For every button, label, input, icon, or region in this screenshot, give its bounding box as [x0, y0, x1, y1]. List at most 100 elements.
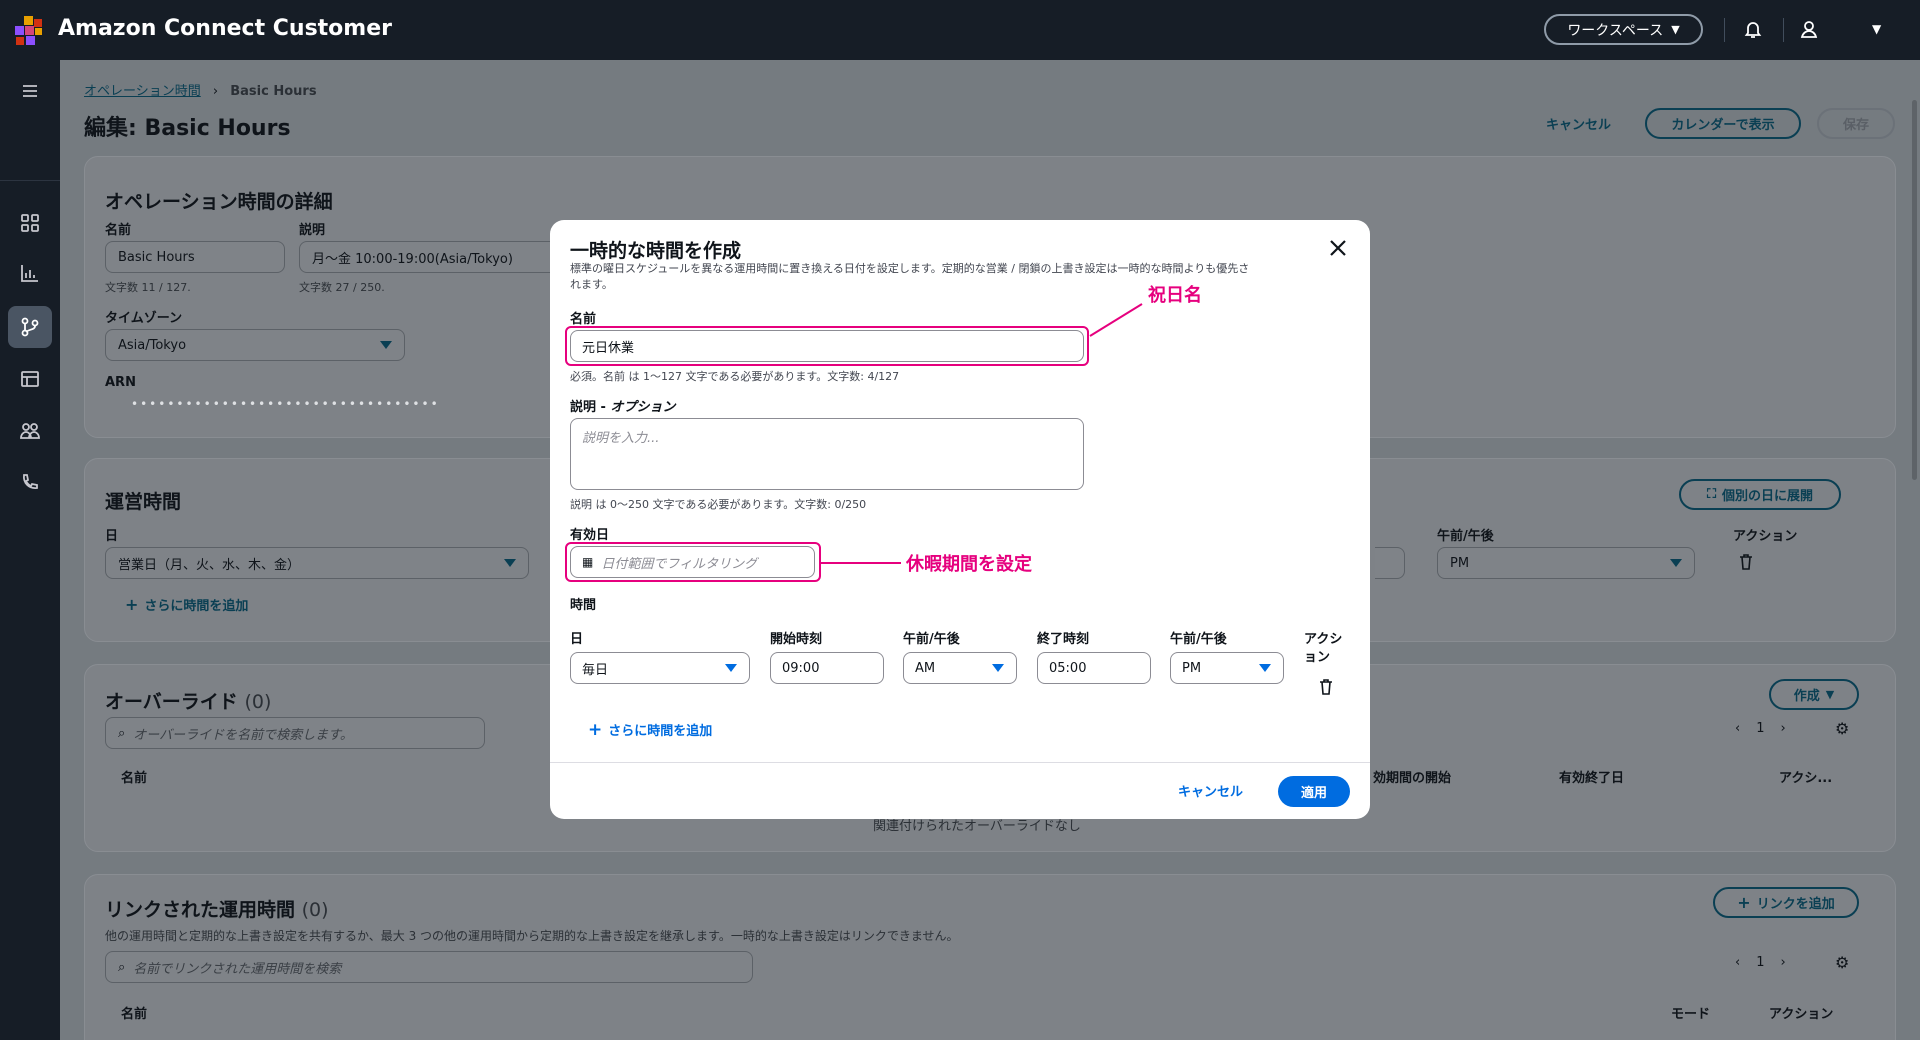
- settings-gear-icon[interactable]: ⚙: [1835, 719, 1849, 738]
- details-heading: オペレーション時間の詳細: [105, 191, 333, 213]
- app-logo-icon: [15, 16, 42, 45]
- col-header-action: アクション: [1769, 1007, 1834, 1022]
- bell-icon[interactable]: [1742, 18, 1764, 40]
- end-time-input[interactable]: [1375, 547, 1405, 579]
- dialog-cancel-button[interactable]: キャンセル: [1178, 781, 1243, 800]
- apply-button[interactable]: 適用: [1278, 776, 1350, 807]
- action-col-label-cont: ョン: [1304, 650, 1331, 665]
- ampm-col-label-2: 午前/午後: [1170, 632, 1227, 647]
- col-header-start: 効期間の開始: [1373, 771, 1452, 786]
- page-number[interactable]: 1: [1756, 955, 1764, 970]
- chevron-right-icon: ›: [212, 84, 219, 99]
- col-header-end: 有効終了日: [1559, 771, 1625, 786]
- day-select[interactable]: 営業日（月、火、水、木、金）: [105, 547, 529, 579]
- linked-search-input[interactable]: ⌕ 名前でリンクされた運用時間を検索: [105, 951, 753, 983]
- prev-page-icon[interactable]: ‹: [1735, 721, 1740, 736]
- prev-page-icon[interactable]: ‹: [1735, 955, 1740, 970]
- page-title: 編集: Basic Hours: [84, 116, 291, 141]
- arn-label: ARN: [105, 375, 136, 390]
- ampm-value: PM: [1450, 555, 1470, 571]
- ampm-col-label: 午前/午後: [903, 632, 960, 647]
- start-ampm-select[interactable]: AM: [903, 652, 1017, 684]
- create-label: 作成: [1793, 689, 1820, 704]
- overrides-count: (0): [244, 691, 272, 713]
- app-title: Amazon Connect Customer: [58, 16, 392, 41]
- scrollbar[interactable]: [1912, 100, 1917, 480]
- create-override-button[interactable]: 作成 ▼: [1769, 679, 1859, 710]
- breadcrumb-current: Basic Hours: [230, 84, 317, 99]
- add-link-button[interactable]: + リンクを追加: [1713, 887, 1859, 918]
- annotation-vacation-period: 休暇期間を設定: [906, 554, 1032, 575]
- override-search-input[interactable]: ⌕ オーバーライドを名前で検索します。: [105, 717, 485, 749]
- description-hint: 文字数 27 / 250.: [299, 281, 385, 294]
- caret-down-icon: ▼: [1671, 23, 1680, 36]
- start-time-input[interactable]: 09:00: [770, 652, 884, 684]
- add-hours-label: さらに時間を追加: [144, 599, 249, 614]
- page-number[interactable]: 1: [1756, 721, 1764, 736]
- timezone-select[interactable]: Asia/Tokyo: [105, 329, 405, 361]
- timezone-label: タイムゾーン: [105, 311, 183, 326]
- phone-icon[interactable]: [17, 470, 43, 496]
- menu-icon[interactable]: [17, 78, 43, 104]
- highlight-box: [565, 326, 1089, 366]
- user-icon[interactable]: [1798, 18, 1820, 40]
- add-time-button[interactable]: + さらに時間を追加: [588, 720, 712, 740]
- name-label: 名前: [105, 223, 132, 238]
- top-bar: Amazon Connect Customer ワークスペース ▼ ▼: [0, 0, 1920, 60]
- linked-title: リンクされた運用時間: [105, 899, 296, 921]
- col-header-mode: モード: [1671, 1007, 1711, 1022]
- view-calendar-button[interactable]: カレンダーで表示: [1645, 108, 1801, 139]
- trash-icon[interactable]: [1737, 553, 1755, 571]
- plus-icon: +: [125, 595, 139, 614]
- day-value: 営業日（月、火、水、木、金）: [118, 557, 301, 573]
- users-icon[interactable]: [17, 418, 43, 444]
- close-icon[interactable]: [1328, 238, 1348, 258]
- name-hint: 必須。名前 は 1〜127 文字である必要があります。文字数: 4/127: [570, 370, 900, 383]
- arn-value: ••••••••••••••••••••••••••••••••••: [131, 397, 440, 411]
- save-button[interactable]: 保存: [1817, 108, 1895, 139]
- pagination: ‹ 1 ›: [1735, 955, 1786, 970]
- start-col-label: 開始時刻: [770, 632, 823, 647]
- ampm-select[interactable]: PM: [1437, 547, 1695, 579]
- description-placeholder: 説明を入力...: [582, 431, 660, 446]
- dialog-description-cont: れます。: [570, 278, 613, 291]
- description-label-text: 説明 -: [570, 400, 611, 415]
- workspace-dropdown[interactable]: ワークスペース ▼: [1544, 14, 1703, 45]
- divider: [1783, 18, 1784, 42]
- trash-icon[interactable]: [1317, 678, 1335, 696]
- plus-icon: +: [588, 720, 603, 740]
- action-col-label: アクシ: [1304, 632, 1343, 647]
- col-header-action: アクシ...: [1779, 771, 1833, 786]
- sidebar: [0, 60, 60, 1040]
- breadcrumb: オペレーション時間 › Basic Hours: [84, 80, 317, 99]
- day-label: 日: [105, 529, 119, 544]
- add-link-label: リンクを追加: [1756, 897, 1835, 912]
- description-label: 説明 - オプション: [570, 396, 675, 415]
- linked-count: (0): [301, 899, 329, 921]
- day-select[interactable]: 毎日: [570, 652, 750, 684]
- expand-days-button[interactable]: ⛶ 個別の日に展開: [1679, 479, 1841, 510]
- description-textarea[interactable]: 説明を入力...: [570, 418, 1084, 490]
- settings-gear-icon[interactable]: ⚙: [1835, 953, 1849, 972]
- cancel-button[interactable]: キャンセル: [1546, 114, 1611, 133]
- dashboard-icon[interactable]: [17, 210, 43, 236]
- description-input[interactable]: 月〜金 10:00-19:00(Asia/Tokyo): [299, 241, 559, 273]
- day-col-label: 日: [570, 632, 584, 647]
- analytics-icon[interactable]: [17, 260, 43, 286]
- next-page-icon[interactable]: ›: [1780, 955, 1785, 970]
- name-input[interactable]: Basic Hours: [105, 241, 285, 273]
- overrides-heading: オーバーライド (0): [105, 687, 271, 714]
- routing-icon[interactable]: [17, 314, 43, 340]
- end-ampm-select[interactable]: PM: [1170, 652, 1284, 684]
- search-icon: ⌕: [118, 725, 126, 741]
- add-hours-button[interactable]: + さらに時間を追加: [125, 595, 248, 614]
- ampm-label: 午前/午後: [1437, 529, 1494, 544]
- user-menu-caret-icon[interactable]: ▼: [1872, 22, 1881, 36]
- caret-down-icon: [380, 341, 392, 349]
- annotation-connector: [1089, 303, 1143, 337]
- end-time-input[interactable]: 05:00: [1037, 652, 1151, 684]
- add-time-label: さらに時間を追加: [608, 724, 713, 739]
- breadcrumb-link[interactable]: オペレーション時間: [84, 84, 201, 99]
- next-page-icon[interactable]: ›: [1780, 721, 1785, 736]
- channels-icon[interactable]: [17, 366, 43, 392]
